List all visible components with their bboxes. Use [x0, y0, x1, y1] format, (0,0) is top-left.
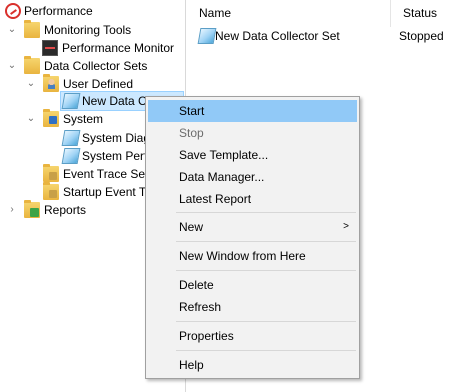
- menu-separator: [176, 321, 356, 322]
- folder-icon: [24, 56, 40, 74]
- menu-item-stop: Stop: [179, 126, 204, 140]
- menu-item-latest-report[interactable]: Latest Report: [148, 188, 357, 210]
- menu-separator: [176, 212, 356, 213]
- list-item-name: New Data Collector Set: [215, 29, 340, 43]
- data-collector-set-icon: [61, 130, 81, 146]
- menu-item-save-template[interactable]: Save Template...: [148, 144, 357, 166]
- context-menu: Start Stop Save Template... Data Manager…: [145, 96, 360, 379]
- chevron-down-icon[interactable]: ⌄: [25, 109, 37, 129]
- tree-item-performance-label: Performance: [24, 4, 93, 18]
- event-trace-folder-icon: [43, 164, 59, 182]
- tree-item-reports-label: Reports: [44, 203, 87, 217]
- column-header-status[interactable]: Status: [391, 0, 461, 27]
- tree-item-data-collector-sets-label: Data Collector Sets: [44, 59, 148, 73]
- menu-item-new-label: New: [179, 220, 204, 234]
- tree-item-monitoring-tools-label: Monitoring Tools: [44, 23, 132, 37]
- tree-item-event-trace-sessions-label: Event Trace Ses: [63, 167, 152, 181]
- chevron-down-icon[interactable]: ⌄: [6, 20, 18, 40]
- data-collector-set-icon: [61, 93, 81, 109]
- menu-item-data-manager[interactable]: Data Manager...: [148, 166, 357, 188]
- menu-item-new-window[interactable]: New Window from Here: [148, 245, 357, 267]
- menu-separator: [176, 350, 356, 351]
- tree-item-data-collector-sets[interactable]: ⌄ Data Collector Sets: [0, 56, 185, 76]
- submenu-arrow-icon: >: [343, 221, 349, 232]
- chevron-down-icon[interactable]: ⌄: [6, 56, 18, 76]
- list-item[interactable]: New Data Collector Set Stopped: [187, 26, 461, 46]
- tree-item-system-label: System: [63, 112, 104, 126]
- menu-item-new[interactable]: New >: [148, 216, 357, 238]
- tree-item-new-data-collector-set-label: New Data C: [82, 94, 147, 108]
- user-folder-icon: [43, 74, 59, 92]
- startup-trace-folder-icon: [43, 182, 59, 200]
- menu-item-start[interactable]: Start: [148, 100, 357, 122]
- chevron-right-icon[interactable]: ›: [6, 200, 18, 220]
- tree-item-performance-monitor[interactable]: Performance Monitor: [0, 38, 185, 58]
- menu-item-help[interactable]: Help: [148, 354, 357, 376]
- list-item-status: Stopped: [399, 29, 444, 43]
- tree-item-startup-event-trace-label: Startup Event Tr: [63, 185, 150, 199]
- menu-item-delete[interactable]: Delete: [148, 274, 357, 296]
- folder-icon: [24, 20, 40, 38]
- data-collector-set-icon: [61, 148, 81, 164]
- menu-separator: [176, 270, 356, 271]
- tree-item-performance[interactable]: Performance: [0, 1, 185, 21]
- tree-item-performance-monitor-label: Performance Monitor: [62, 41, 175, 55]
- performance-icon: [5, 3, 21, 19]
- tree-item-system-diagnostics-label: System Diag: [82, 131, 151, 145]
- tree-item-monitoring-tools[interactable]: ⌄ Monitoring Tools: [0, 20, 185, 40]
- menu-separator: [176, 241, 356, 242]
- tree-item-system-performance-label: System Perf: [82, 149, 148, 163]
- menu-item-properties[interactable]: Properties: [148, 325, 357, 347]
- system-folder-icon: [43, 109, 59, 127]
- column-header-name[interactable]: Name: [187, 0, 391, 27]
- data-collector-set-icon: [197, 28, 217, 44]
- menu-item-refresh[interactable]: Refresh: [148, 296, 357, 318]
- reports-folder-icon: [24, 200, 40, 218]
- performance-monitor-icon: [42, 40, 58, 56]
